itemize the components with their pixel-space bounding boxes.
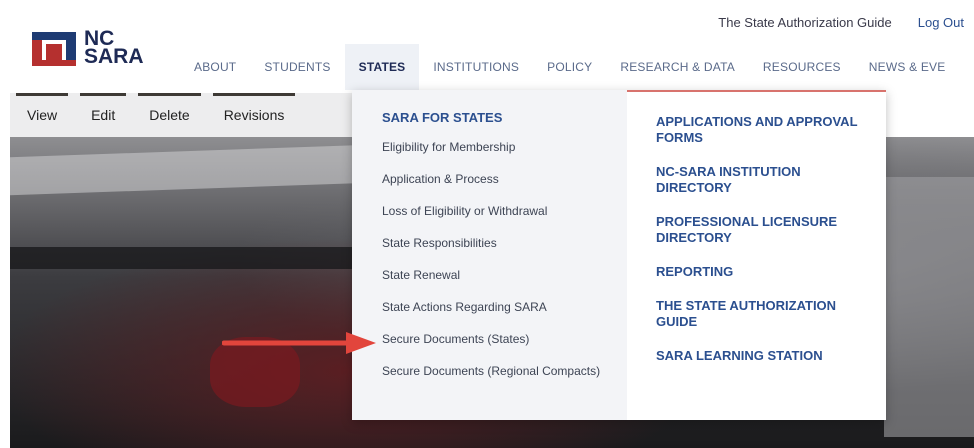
nav-item-news-events[interactable]: NEWS & EVE xyxy=(855,44,960,90)
professional-licensure-directory-link[interactable]: PROFESSIONAL LICENSURE DIRECTORY xyxy=(656,214,866,246)
reporting-link[interactable]: REPORTING xyxy=(656,264,866,280)
resources-column: APPLICATIONS AND APPROVAL FORMS NC-SARA … xyxy=(627,90,886,420)
secure-documents-states-link[interactable]: Secure Documents (States) xyxy=(382,332,602,346)
nc-sara-logo-icon xyxy=(32,28,76,68)
annotation-arrow-icon xyxy=(222,332,376,354)
primary-nav: ABOUT STUDENTS STATES INSTITUTIONS POLIC… xyxy=(180,44,959,90)
eligibility-for-membership-link[interactable]: Eligibility for Membership xyxy=(382,140,602,154)
logo-text: NC SARA xyxy=(84,28,144,68)
state-actions-regarding-sara-link[interactable]: State Actions Regarding SARA xyxy=(382,300,602,314)
sara-for-states-heading[interactable]: SARA FOR STATES xyxy=(382,110,627,125)
states-dropdown-menu: SARA FOR STATES Eligibility for Membersh… xyxy=(352,90,886,420)
nav-item-resources[interactable]: RESOURCES xyxy=(749,44,855,90)
sara-for-states-column: SARA FOR STATES Eligibility for Membersh… xyxy=(352,90,627,420)
nav-item-students[interactable]: STUDENTS xyxy=(250,44,344,90)
loss-of-eligibility-link[interactable]: Loss of Eligibility or Withdrawal xyxy=(382,204,602,218)
tab-delete[interactable]: Delete xyxy=(132,93,206,137)
application-process-link[interactable]: Application & Process xyxy=(382,172,602,186)
state-authorization-guide-link[interactable]: The State Authorization Guide xyxy=(718,15,891,30)
tab-revisions[interactable]: Revisions xyxy=(207,93,302,137)
state-authorization-guide-menu-link[interactable]: THE STATE AUTHORIZATION GUIDE xyxy=(656,298,866,330)
tab-edit[interactable]: Edit xyxy=(74,93,132,137)
applications-approval-forms-link[interactable]: APPLICATIONS AND APPROVAL FORMS xyxy=(656,114,866,146)
nav-item-research-data[interactable]: RESEARCH & DATA xyxy=(606,44,749,90)
utility-bar: The State Authorization Guide Log Out xyxy=(718,0,974,44)
sara-learning-station-link[interactable]: SARA LEARNING STATION xyxy=(656,348,866,364)
nav-item-states[interactable]: STATES xyxy=(344,44,420,90)
nav-item-policy[interactable]: POLICY xyxy=(533,44,606,90)
secure-documents-regional-compacts-link[interactable]: Secure Documents (Regional Compacts) xyxy=(382,364,602,378)
log-out-link[interactable]: Log Out xyxy=(918,15,964,30)
nav-item-about[interactable]: ABOUT xyxy=(180,44,250,90)
nav-item-institutions[interactable]: INSTITUTIONS xyxy=(419,44,533,90)
state-responsibilities-link[interactable]: State Responsibilities xyxy=(382,236,602,250)
institution-directory-link[interactable]: NC-SARA INSTITUTION DIRECTORY xyxy=(656,164,866,196)
tab-view[interactable]: View xyxy=(10,93,74,137)
state-renewal-link[interactable]: State Renewal xyxy=(382,268,602,282)
logo-line-2: SARA xyxy=(84,45,144,68)
nc-sara-logo[interactable]: NC SARA xyxy=(32,28,144,68)
